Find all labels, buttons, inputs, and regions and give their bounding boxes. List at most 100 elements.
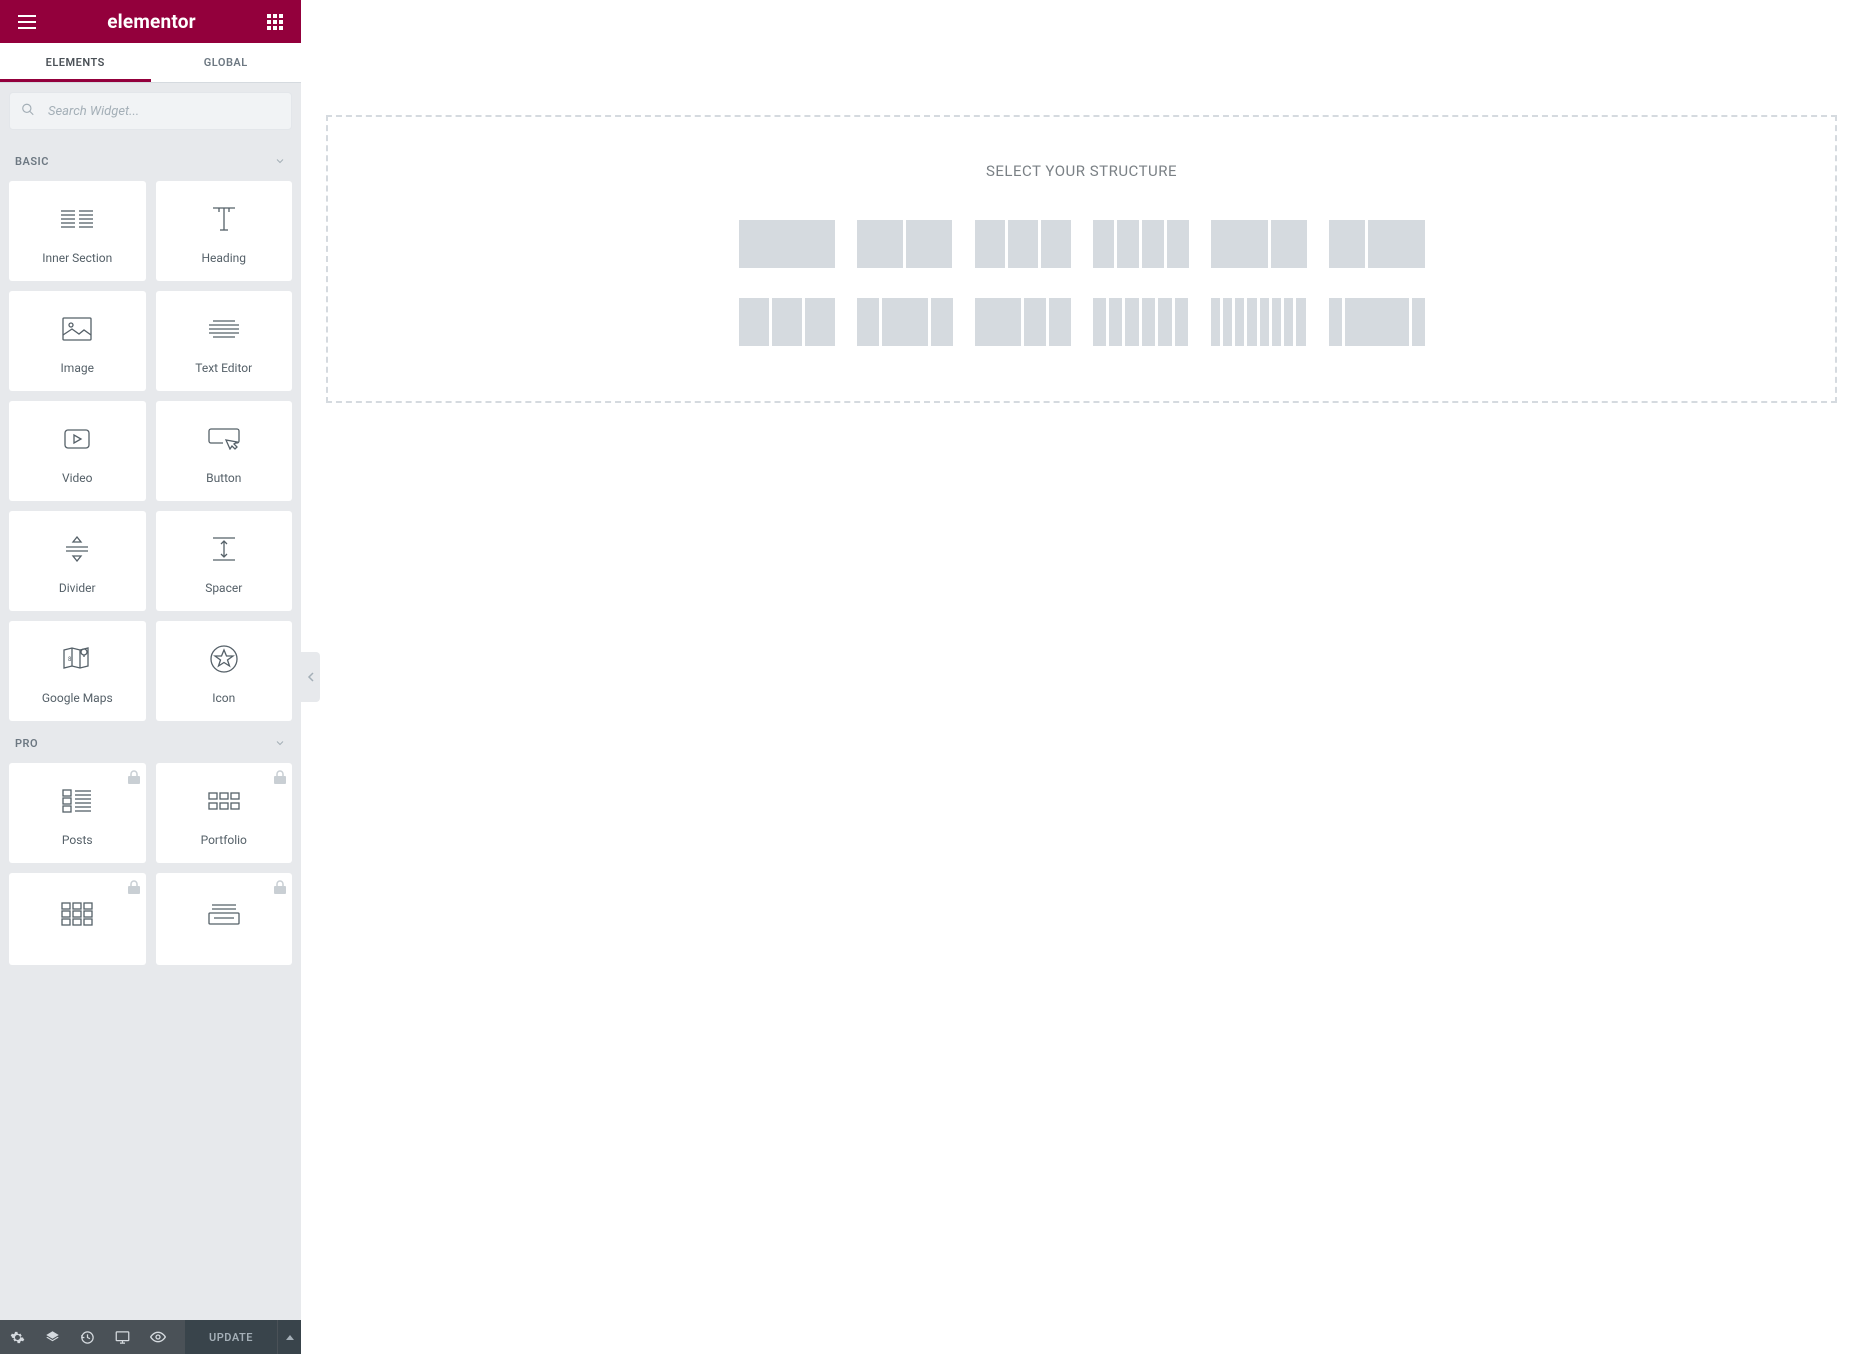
structure-column [1247, 298, 1256, 346]
widget-inner-section[interactable]: Inner Section [9, 181, 146, 281]
search-input[interactable] [9, 92, 292, 130]
structure-option[interactable] [1211, 298, 1307, 346]
structure-column [1093, 298, 1106, 346]
structure-option[interactable] [975, 298, 1071, 346]
structure-option[interactable] [1093, 220, 1189, 268]
structure-column [1158, 298, 1171, 346]
category-pro-header[interactable]: PRO [9, 721, 292, 763]
structure-column [1049, 298, 1071, 346]
structure-column [1412, 298, 1425, 346]
structure-column [1296, 298, 1305, 346]
structure-selector: SELECT YOUR STRUCTURE [326, 115, 1837, 403]
settings-button[interactable] [0, 1320, 35, 1354]
lock-icon [128, 879, 140, 898]
heading-icon [209, 201, 239, 237]
structure-option[interactable] [857, 220, 953, 268]
collapse-panel-button[interactable] [301, 652, 320, 702]
update-button[interactable]: UPDATE [185, 1320, 277, 1354]
basic-widgets: Inner Section Heading Image Text Editor … [9, 181, 292, 721]
widget-slides[interactable] [156, 873, 293, 965]
brand-logo: elementor [107, 10, 196, 33]
widget-video[interactable]: Video [9, 401, 146, 501]
widget-label: Video [62, 471, 93, 485]
structure-column [1368, 220, 1425, 268]
posts-icon [62, 783, 92, 819]
widget-posts[interactable]: Posts [9, 763, 146, 863]
structure-row [739, 220, 1425, 268]
structure-column [1175, 298, 1188, 346]
structure-column [975, 220, 1005, 268]
tab-global[interactable]: GLOBAL [151, 43, 302, 82]
widget-spacer[interactable]: Spacer [156, 511, 293, 611]
star-icon [209, 641, 239, 677]
structure-column [1284, 298, 1293, 346]
structure-column [1329, 220, 1365, 268]
layers-icon [45, 1330, 60, 1345]
caret-up-icon [286, 1335, 294, 1340]
inner-section-icon [61, 201, 93, 237]
widget-button[interactable]: Button [156, 401, 293, 501]
panel-tabs: ELEMENTS GLOBAL [0, 43, 301, 83]
category-basic-header[interactable]: BASIC [9, 139, 292, 181]
structure-option[interactable] [1093, 298, 1189, 346]
widget-label: Button [206, 471, 241, 485]
widget-gallery[interactable] [9, 873, 146, 965]
structure-column [1272, 298, 1281, 346]
navigator-button[interactable] [35, 1320, 70, 1354]
lock-icon [274, 879, 286, 898]
widget-icon[interactable]: Icon [156, 621, 293, 721]
widget-label: Divider [59, 581, 96, 595]
responsive-button[interactable] [105, 1320, 140, 1354]
widget-label: Text Editor [195, 361, 252, 375]
structure-column [857, 220, 903, 268]
portfolio-icon [208, 783, 240, 819]
grid-icon [267, 14, 283, 30]
widget-portfolio[interactable]: Portfolio [156, 763, 293, 863]
structure-column [1142, 220, 1164, 268]
widget-image[interactable]: Image [9, 291, 146, 391]
apps-button[interactable] [261, 8, 289, 36]
structure-column [739, 298, 769, 346]
widget-label: Google Maps [42, 691, 113, 705]
structure-row [739, 298, 1425, 346]
category-title: PRO [15, 737, 38, 750]
structure-option[interactable] [1329, 220, 1425, 268]
panel-header: elementor [0, 0, 301, 43]
structure-title: SELECT YOUR STRUCTURE [358, 162, 1805, 180]
structure-column [1211, 220, 1268, 268]
widget-label: Spacer [205, 581, 242, 595]
widget-divider[interactable]: Divider [9, 511, 146, 611]
structure-option[interactable] [857, 298, 953, 346]
structure-option[interactable] [1211, 220, 1307, 268]
widget-google-maps[interactable]: 8 Google Maps [9, 621, 146, 721]
image-icon [62, 311, 92, 347]
structure-column [1235, 298, 1244, 346]
structure-column [857, 298, 879, 346]
structure-column [1125, 298, 1138, 346]
history-button[interactable] [70, 1320, 105, 1354]
preview-button[interactable] [140, 1320, 175, 1354]
tab-elements[interactable]: ELEMENTS [0, 43, 151, 82]
update-options-button[interactable] [277, 1320, 301, 1354]
panel-footer: UPDATE [0, 1320, 301, 1354]
structure-column [772, 298, 802, 346]
structure-column [1260, 298, 1269, 346]
structure-option[interactable] [739, 298, 835, 346]
menu-button[interactable] [12, 9, 42, 35]
panel-body: BASIC Inner Section Heading Image Text E… [0, 139, 301, 1320]
divider-icon [64, 531, 90, 567]
structure-option[interactable] [975, 220, 1071, 268]
widget-label: Posts [62, 833, 93, 847]
lock-icon [274, 769, 286, 788]
structure-column [1329, 298, 1342, 346]
widget-label: Portfolio [201, 833, 247, 847]
widget-text-editor[interactable]: Text Editor [156, 291, 293, 391]
structure-option[interactable] [1329, 298, 1425, 346]
widget-heading[interactable]: Heading [156, 181, 293, 281]
structure-column [1345, 298, 1409, 346]
structure-column [1223, 298, 1232, 346]
sidebar: elementor ELEMENTS GLOBAL BASIC Inner Se… [0, 0, 301, 1354]
structure-option[interactable] [739, 220, 835, 268]
structure-column [1008, 220, 1038, 268]
lock-icon [128, 769, 140, 788]
